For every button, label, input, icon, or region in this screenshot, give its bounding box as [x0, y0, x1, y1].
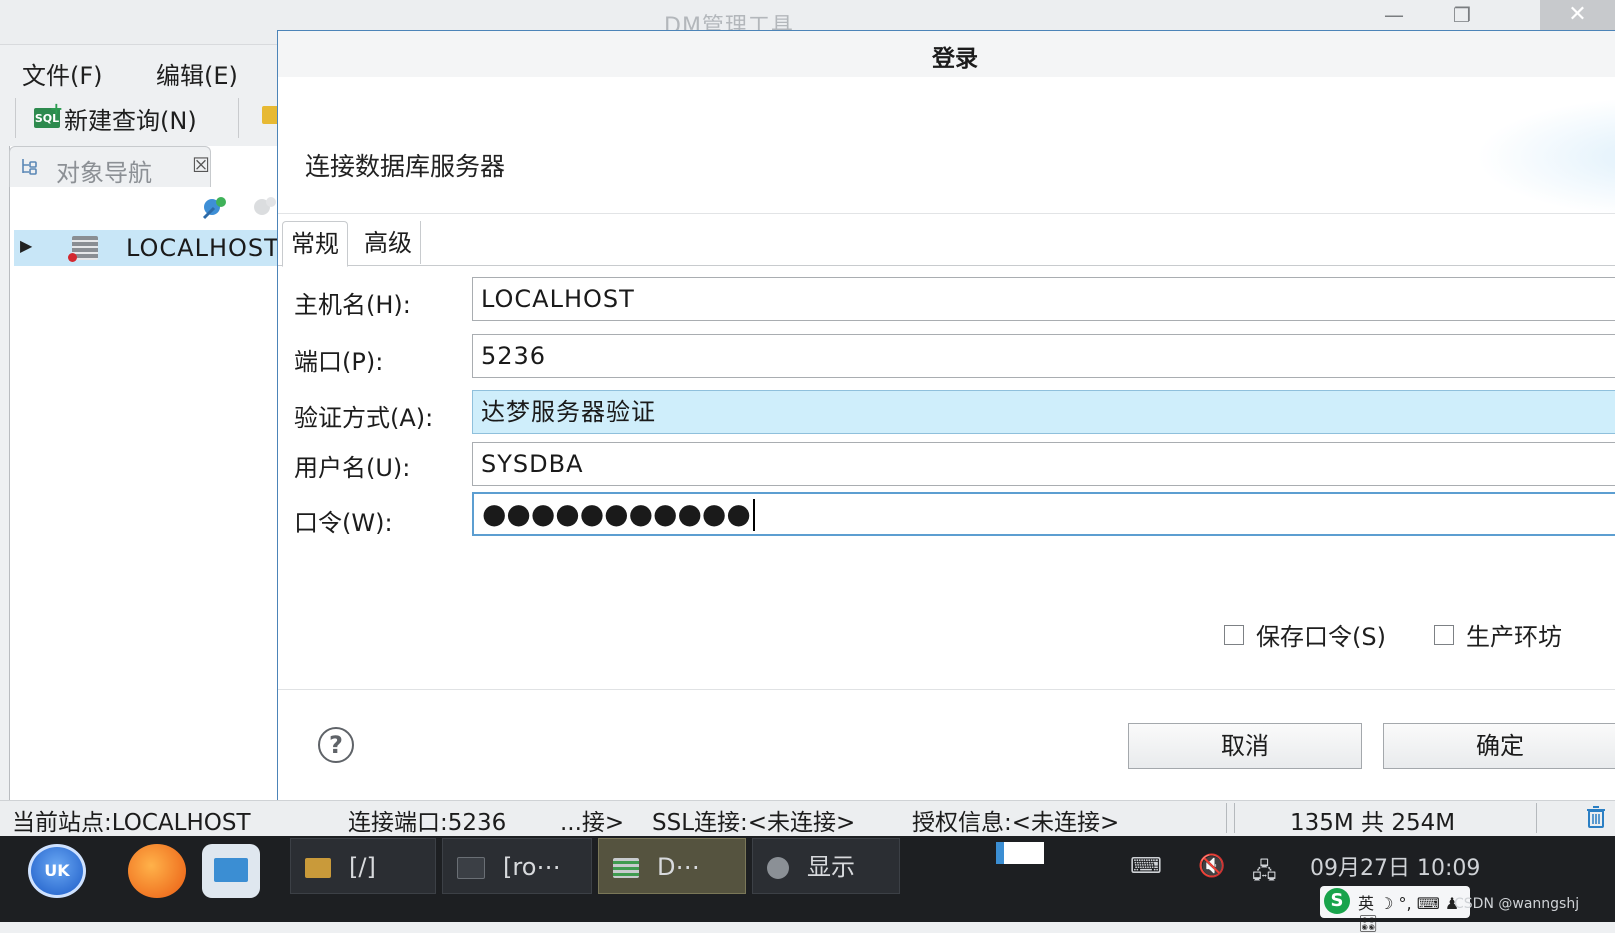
auth-method-label: 验证方式(A): — [294, 404, 434, 432]
database-server-icon — [68, 236, 98, 262]
dialog-tabs: 常规 高级 — [278, 221, 1615, 267]
tab-general[interactable]: 常规 — [282, 221, 348, 267]
task-label: [/] — [349, 853, 376, 881]
terminal-icon — [457, 857, 485, 879]
menu-edit[interactable]: 编辑(E) — [156, 56, 238, 91]
text-caret — [752, 499, 755, 531]
browser-icon[interactable] — [128, 844, 186, 898]
task-label: [ro⋯ — [503, 853, 561, 881]
help-icon[interactable]: ? — [318, 727, 354, 763]
clock[interactable]: 09月27日 10:09 — [1310, 850, 1480, 882]
username-input[interactable]: SYSDBA — [472, 442, 1615, 486]
gear-icon — [767, 857, 789, 879]
close-button[interactable]: ✕ — [1540, 0, 1615, 30]
dialog-header: 连接数据库服务器 — [278, 77, 1615, 217]
volume-muted-icon[interactable]: 🔇 — [1198, 854, 1225, 879]
status-connection: ...接> — [560, 810, 625, 836]
password-mask: ●●●●●●●●●●● — [482, 497, 751, 530]
status-divider — [1536, 803, 1537, 833]
new-query-button[interactable]: SQL 新建查询(N) — [34, 99, 197, 136]
object-navigator-label: 对象导航 — [56, 159, 152, 187]
start-menu-icon[interactable]: UK — [28, 844, 86, 898]
host-input[interactable]: LOCALHOST — [472, 277, 1615, 321]
new-query-label: 新建查询(N) — [64, 106, 197, 135]
expand-arrow-icon[interactable]: ▶ — [20, 236, 32, 255]
disconnect-icon[interactable] — [250, 194, 278, 220]
status-port: 连接端口:5236 — [348, 810, 507, 836]
status-memory: 135M 共 254M — [1290, 810, 1456, 836]
statusbar: 当前站点:LOCALHOST 连接端口:5236 ...接> SSL连接:<未连… — [0, 800, 1615, 837]
dialog-heading: 连接数据库服务器 — [305, 152, 506, 181]
input-indicator-mark — [996, 842, 1004, 864]
minimize-button[interactable]: — — [1366, 0, 1422, 30]
checkbox-box[interactable] — [1434, 624, 1454, 645]
port-input[interactable]: 5236 — [472, 334, 1615, 378]
task-label: 显示 — [807, 853, 855, 881]
password-label: 口令(W): — [294, 509, 393, 537]
password-input[interactable]: ●●●●●●●●●●● — [472, 492, 1615, 536]
production-env-label: 生产环坊 — [1466, 623, 1562, 651]
tree-item-label: LOCALHOST — [126, 234, 280, 262]
keyboard-icon[interactable]: ⌨ — [1130, 854, 1162, 879]
production-env-checkbox[interactable]: 生产环坊 — [1434, 617, 1562, 652]
ok-button[interactable]: 确定 — [1383, 723, 1615, 769]
dialog-titlebar: 登录 — [278, 31, 1615, 78]
header-decoration — [1476, 97, 1615, 217]
tab-advanced[interactable]: 高级 — [356, 221, 421, 264]
task-label: D⋯ — [657, 853, 700, 881]
sogou-ime-icon: S — [1324, 888, 1350, 914]
gc-trash-icon[interactable] — [1586, 805, 1606, 829]
folder-icon — [305, 858, 331, 878]
file-manager-icon[interactable] — [202, 844, 260, 898]
restore-button[interactable]: ❐ — [1434, 0, 1490, 30]
new-sql-icon: SQL — [34, 99, 63, 128]
task-display-settings[interactable]: 显示 — [752, 838, 900, 894]
status-divider — [1234, 803, 1235, 833]
dialog-divider — [278, 689, 1615, 690]
close-tab-icon[interactable]: ☒ — [192, 153, 210, 177]
network-icon[interactable]: 🖧 — [1252, 854, 1277, 892]
dm-app-icon — [613, 858, 639, 878]
tree-item-localhost[interactable]: ▶ LOCALHOST — [14, 230, 289, 266]
status-ssl: SSL连接:<未连接> — [652, 810, 856, 836]
tree-icon — [20, 157, 42, 177]
status-divider — [1226, 803, 1227, 833]
status-license: 授权信息:<未连接> — [912, 810, 1120, 836]
cancel-button[interactable]: 取消 — [1128, 723, 1362, 769]
host-label: 主机名(H): — [294, 291, 411, 319]
status-site: 当前站点:LOCALHOST — [12, 810, 251, 836]
task-terminal[interactable]: [ro⋯ — [442, 838, 592, 894]
menu-file[interactable]: 文件(F) — [22, 56, 103, 91]
toolbar: SQL 新建查询(N) — [0, 94, 300, 144]
dialog-title: 登录 — [932, 46, 978, 72]
save-password-label: 保存口令(S) — [1256, 623, 1386, 651]
menubar: 文件(F) 编辑(E) — [0, 48, 300, 92]
toolbar-divider — [238, 98, 239, 138]
ime-toolbar[interactable]: S 英 ☽ °, ⌨ ♟ 🎛 — [1320, 886, 1470, 933]
object-navigator-tab[interactable]: 对象导航 ☒ — [9, 146, 211, 187]
username-label: 用户名(U): — [294, 454, 411, 482]
task-file-manager[interactable]: [/] — [290, 838, 436, 894]
save-password-checkbox[interactable]: 保存口令(S) — [1224, 617, 1386, 652]
auth-method-select[interactable]: 达梦服务器验证 — [472, 390, 1615, 434]
connect-icon[interactable] — [200, 194, 228, 220]
checkbox-box[interactable] — [1224, 624, 1244, 645]
login-dialog: 登录 连接数据库服务器 常规 高级 主机名(H): LOCALHOST 端口(P… — [277, 30, 1615, 802]
task-dm-manager[interactable]: D⋯ — [598, 838, 746, 894]
toolbar-divider — [15, 98, 16, 138]
port-label: 端口(P): — [294, 348, 384, 376]
watermark: CSDN @wanngshj — [1454, 896, 1580, 912]
